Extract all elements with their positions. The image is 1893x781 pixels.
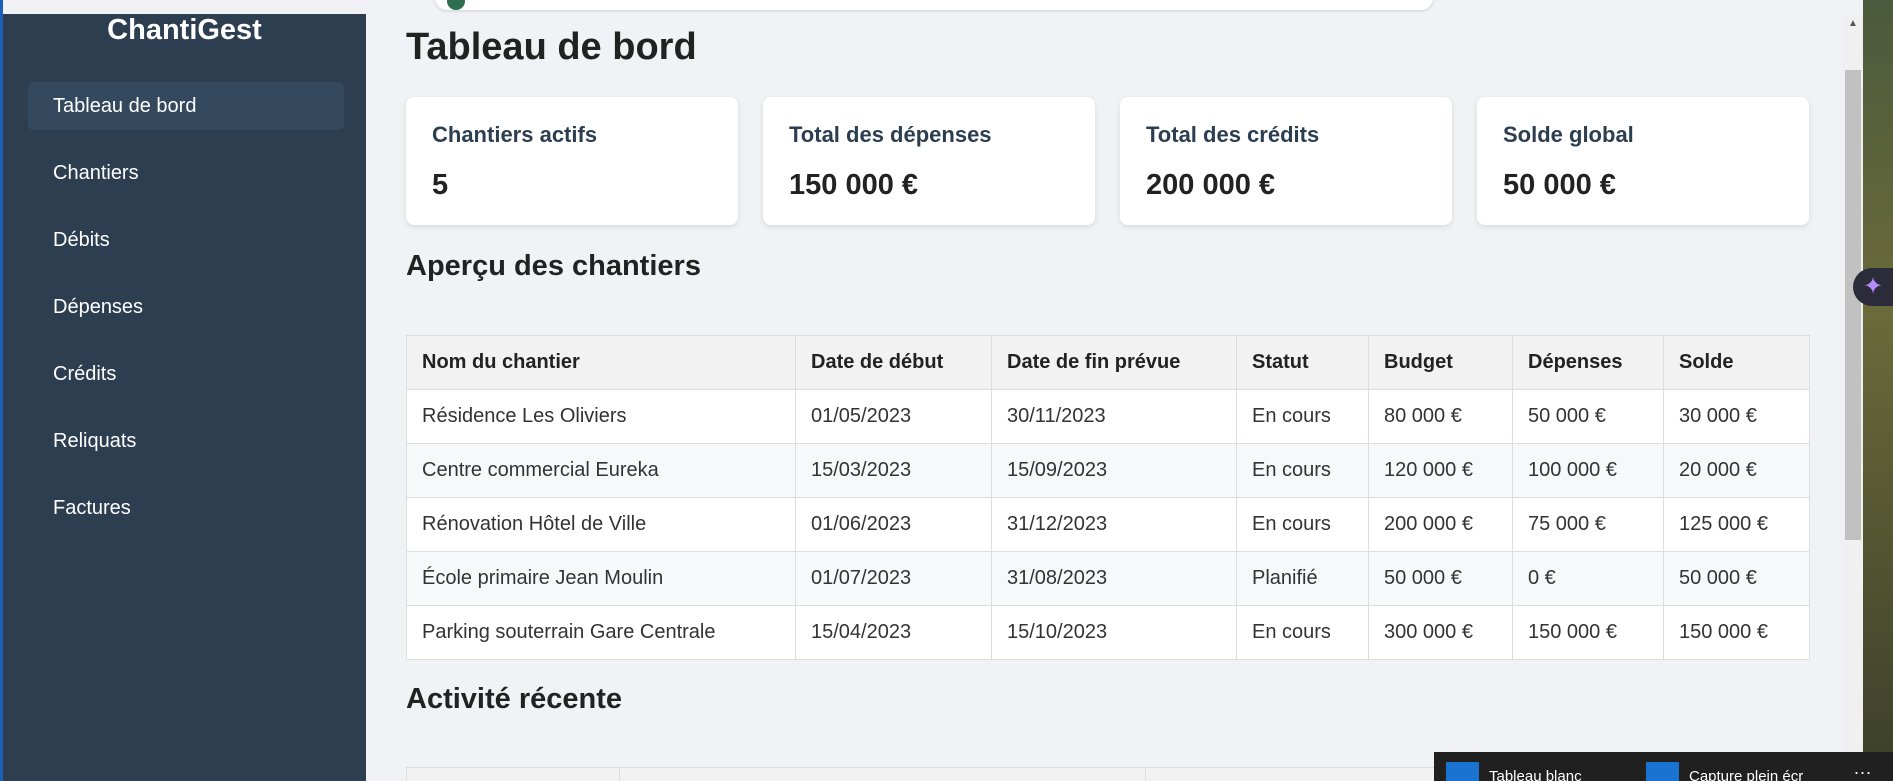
card-value: 50 000 € — [1503, 169, 1616, 201]
cell: Parking souterrain Gare Centrale — [406, 605, 796, 660]
table-header-row: Nom du chantier Date de début Date de fi… — [406, 335, 1810, 390]
cell: 01/07/2023 — [795, 551, 992, 606]
cell: 15/10/2023 — [991, 605, 1237, 660]
overview-title: Aperçu des chantiers — [406, 250, 701, 282]
cell: 150 000 € — [1663, 605, 1810, 660]
column-divider — [619, 768, 620, 781]
cell: Planifié — [1236, 551, 1369, 606]
cell: 100 000 € — [1512, 443, 1664, 498]
cell: En cours — [1236, 605, 1369, 660]
col-header: Date de début — [795, 335, 992, 390]
sidebar-item-factures[interactable]: Factures — [28, 484, 344, 532]
table-row[interactable]: École primaire Jean Moulin 01/07/2023 31… — [406, 551, 1810, 606]
taskbar-label: Capture plein écr — [1689, 768, 1804, 781]
cell: En cours — [1236, 443, 1369, 498]
table-row[interactable]: Parking souterrain Gare Centrale 15/04/2… — [406, 605, 1810, 660]
table-row[interactable]: Centre commercial Eureka 15/03/2023 15/0… — [406, 443, 1810, 498]
sidebar-item-depenses[interactable]: Dépenses — [28, 283, 344, 331]
sidebar-item-credits[interactable]: Crédits — [28, 350, 344, 398]
cell: 0 € — [1512, 551, 1664, 606]
projects-table: Nom du chantier Date de début Date de fi… — [406, 335, 1810, 660]
card-value: 5 — [432, 169, 449, 201]
cell: 15/03/2023 — [795, 443, 992, 498]
cell: 50 000 € — [1368, 551, 1513, 606]
card-label: Total des crédits — [1146, 122, 1320, 147]
taskbar-item-whiteboard[interactable]: Tableau blanc — [1434, 752, 1634, 781]
col-header: Dépenses — [1512, 335, 1664, 390]
card-value: 150 000 € — [789, 169, 919, 201]
search-bar[interactable] — [435, 0, 1433, 10]
taskbar-item-screenshot[interactable]: Capture plein écr — [1634, 752, 1839, 781]
cell: Rénovation Hôtel de Ville — [406, 497, 796, 552]
cell: 01/06/2023 — [795, 497, 992, 552]
cell: Résidence Les Oliviers — [406, 389, 796, 444]
sidebar-item-debits[interactable]: Débits — [28, 216, 344, 264]
cell: 30/11/2023 — [991, 389, 1237, 444]
cell: 300 000 € — [1368, 605, 1513, 660]
cell: 30 000 € — [1663, 389, 1810, 444]
sidebar-nav: Tableau de bord Chantiers Débits Dépense… — [28, 82, 344, 551]
cell: 75 000 € — [1512, 497, 1664, 552]
cell: 31/12/2023 — [991, 497, 1237, 552]
col-header: Solde — [1663, 335, 1810, 390]
card-label: Chantiers actifs — [432, 122, 598, 147]
col-header: Date de fin prévue — [991, 335, 1237, 390]
taskbar-label: Tableau blanc — [1489, 768, 1582, 781]
column-divider — [1145, 768, 1146, 781]
cell: 31/08/2023 — [991, 551, 1237, 606]
card-value: 200 000 € — [1146, 169, 1276, 201]
cell: Centre commercial Eureka — [406, 443, 796, 498]
top-strip — [3, 0, 1863, 14]
sidebar-item-dashboard[interactable]: Tableau de bord — [28, 82, 344, 130]
cell: 01/05/2023 — [795, 389, 992, 444]
cell: École primaire Jean Moulin — [406, 551, 796, 606]
cell: 20 000 € — [1663, 443, 1810, 498]
whiteboard-icon — [1446, 762, 1479, 781]
cell: 200 000 € — [1368, 497, 1513, 552]
sidebar-item-reliquats[interactable]: Reliquats — [28, 417, 344, 465]
card-solde-global: Solde global 50 000 € — [1477, 97, 1809, 225]
taskbar-thumbnails: Tableau blanc Capture plein écr ... — [1434, 752, 1893, 781]
cell: En cours — [1236, 497, 1369, 552]
more-icon[interactable]: ... — [1854, 758, 1872, 779]
screenshot-icon — [1646, 762, 1679, 781]
cell: 50 000 € — [1512, 389, 1664, 444]
card-total-depenses: Total des dépenses 150 000 € — [763, 97, 1095, 225]
table-row[interactable]: Rénovation Hôtel de Ville 01/06/2023 31/… — [406, 497, 1810, 552]
cell: 150 000 € — [1512, 605, 1664, 660]
cell: En cours — [1236, 389, 1369, 444]
activity-title: Activité récente — [406, 683, 622, 715]
cell: 80 000 € — [1368, 389, 1513, 444]
app-brand: ChantiGest — [107, 14, 262, 46]
scrollbar-thumb[interactable] — [1845, 70, 1861, 540]
card-chantiers-actifs: Chantiers actifs 5 — [406, 97, 738, 225]
col-header: Nom du chantier — [406, 335, 796, 390]
card-label: Total des dépenses — [789, 122, 992, 147]
sidebar: ChantiGest Tableau de bord Chantiers Déb… — [3, 14, 366, 781]
cell: 15/09/2023 — [991, 443, 1237, 498]
summary-cards: Chantiers actifs 5 Total des dépenses 15… — [406, 97, 1810, 225]
col-header: Statut — [1236, 335, 1369, 390]
card-total-credits: Total des crédits 200 000 € — [1120, 97, 1452, 225]
cell: 120 000 € — [1368, 443, 1513, 498]
table-row[interactable]: Résidence Les Oliviers 01/05/2023 30/11/… — [406, 389, 1810, 444]
triangle-up-icon[interactable]: ▲ — [1843, 14, 1863, 34]
page-title: Tableau de bord — [406, 26, 697, 68]
cell: 125 000 € — [1663, 497, 1810, 552]
sidebar-item-chantiers[interactable]: Chantiers — [28, 149, 344, 197]
col-header: Budget — [1368, 335, 1513, 390]
sparkle-icon[interactable]: ✦ — [1853, 268, 1893, 306]
cell: 15/04/2023 — [795, 605, 992, 660]
cell: 50 000 € — [1663, 551, 1810, 606]
browser-window: ChantiGest Tableau de bord Chantiers Déb… — [0, 0, 1863, 781]
main-content: Tableau de bord Chantiers actifs 5 Total… — [366, 14, 1846, 781]
card-label: Solde global — [1503, 122, 1634, 147]
